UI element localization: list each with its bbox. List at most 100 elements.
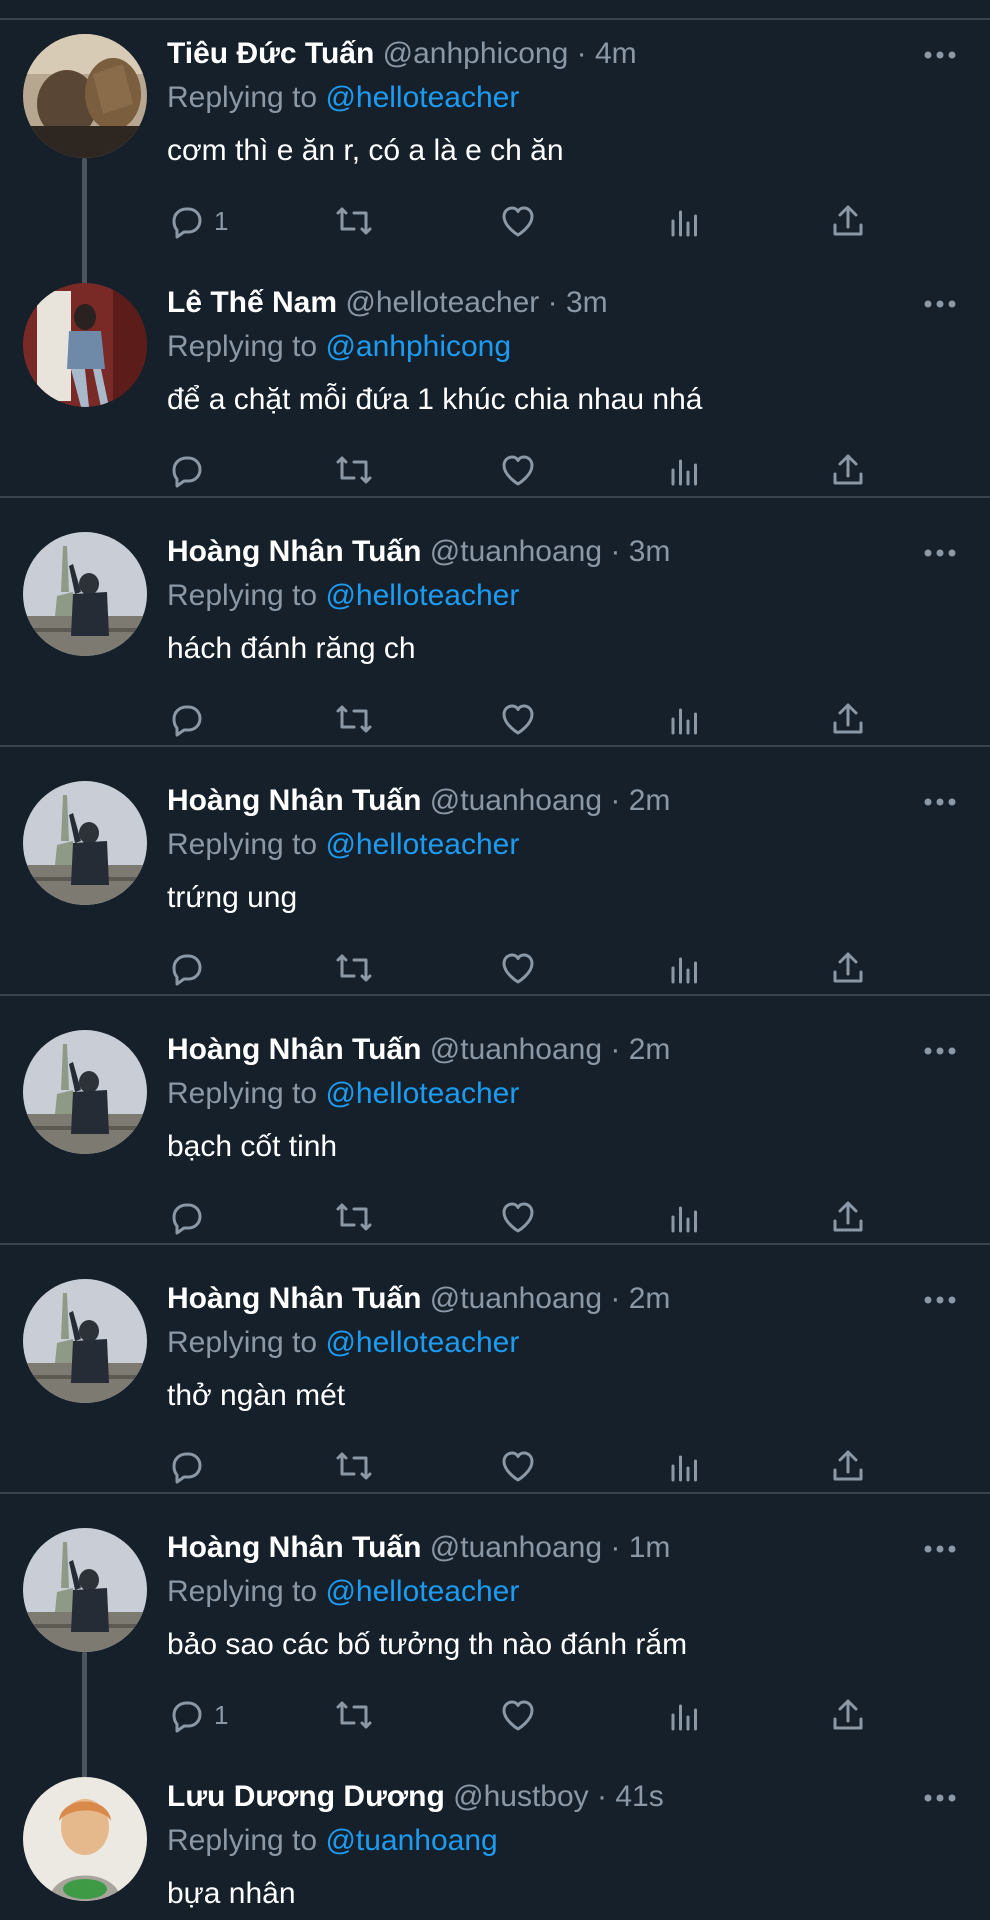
replying-to-link[interactable]: @helloteacher — [325, 579, 519, 612]
timestamp[interactable]: 2m — [629, 1282, 671, 1315]
retweet-button[interactable] — [332, 1446, 372, 1486]
share-button[interactable] — [828, 1446, 868, 1486]
avatar-photo-icon — [23, 1528, 147, 1652]
avatar[interactable] — [23, 1777, 147, 1901]
display-name[interactable]: Hoàng Nhân Tuấn — [167, 1282, 421, 1315]
display-name[interactable]: Hoàng Nhân Tuấn — [167, 784, 421, 817]
tweet[interactable]: Tiêu Đức Tuấn @anhphicong · 4m Replying … — [0, 0, 990, 284]
like-button[interactable] — [498, 1446, 538, 1486]
tweet[interactable]: Hoàng Nhân Tuấn @tuanhoang · 1m Replying… — [0, 1494, 990, 1778]
handle[interactable]: @helloteacher — [345, 286, 539, 319]
tweet[interactable]: Hoàng Nhân Tuấn @tuanhoang · 2m Replying… — [0, 1245, 990, 1494]
views-button[interactable] — [664, 1695, 704, 1735]
display-name[interactable]: Tiêu Đức Tuấn — [167, 37, 374, 70]
handle[interactable]: @tuanhoang — [430, 1282, 602, 1315]
share-icon — [833, 952, 863, 983]
avatar[interactable] — [23, 1030, 147, 1154]
timestamp[interactable]: 2m — [629, 784, 671, 817]
reply-button[interactable]: 1 — [166, 1695, 246, 1735]
retweet-button[interactable] — [332, 1695, 372, 1735]
avatar[interactable] — [23, 34, 147, 158]
share-button[interactable] — [828, 1197, 868, 1237]
replying-to-link[interactable]: @anhphicong — [325, 330, 511, 363]
reply-button[interactable] — [166, 699, 246, 739]
retweet-button[interactable] — [332, 948, 372, 988]
replying-to-link[interactable]: @helloteacher — [325, 1326, 519, 1359]
share-button[interactable] — [828, 1695, 868, 1735]
timestamp[interactable]: 3m — [566, 286, 608, 319]
retweet-button[interactable] — [332, 1197, 372, 1237]
avatar[interactable] — [23, 1279, 147, 1403]
views-button[interactable] — [664, 1446, 704, 1486]
more-options-button[interactable] — [918, 40, 962, 70]
tweet-header: Lưu Dương Dương @hustboy · 41s — [167, 1777, 664, 1817]
replying-to-link[interactable]: @tuanhoang — [325, 1824, 497, 1857]
display-name[interactable]: Hoàng Nhân Tuấn — [167, 1531, 421, 1564]
tweet[interactable]: Hoàng Nhân Tuấn @tuanhoang · 3m Replying… — [0, 498, 990, 747]
tweet[interactable]: Hoàng Nhân Tuấn @tuanhoang · 2m Replying… — [0, 996, 990, 1245]
more-options-button[interactable] — [918, 1783, 962, 1813]
more-icon — [924, 1047, 956, 1055]
handle[interactable]: @hustboy — [453, 1780, 589, 1813]
replying-to-link[interactable]: @helloteacher — [325, 81, 519, 114]
like-button[interactable] — [498, 1197, 538, 1237]
share-button[interactable] — [828, 699, 868, 739]
more-options-button[interactable] — [918, 1036, 962, 1066]
like-button[interactable] — [498, 948, 538, 988]
share-button[interactable] — [828, 201, 868, 241]
display-name[interactable]: Hoàng Nhân Tuấn — [167, 535, 421, 568]
timestamp[interactable]: 3m — [629, 535, 671, 568]
action-bar — [0, 699, 990, 739]
more-options-button[interactable] — [918, 538, 962, 568]
more-options-button[interactable] — [918, 1534, 962, 1564]
like-button[interactable] — [498, 1695, 538, 1735]
handle[interactable]: @anhphicong — [383, 37, 569, 70]
avatar[interactable] — [23, 1528, 147, 1652]
timestamp[interactable]: 4m — [595, 37, 637, 70]
retweet-button[interactable] — [332, 450, 372, 490]
display-name[interactable]: Lưu Dương Dương — [167, 1780, 445, 1813]
retweet-button[interactable] — [332, 201, 372, 241]
retweet-button[interactable] — [332, 699, 372, 739]
timestamp[interactable]: 2m — [629, 1033, 671, 1066]
action-bar — [0, 1446, 990, 1486]
like-button[interactable] — [498, 201, 538, 241]
views-button[interactable] — [664, 1197, 704, 1237]
action-bar — [0, 1197, 990, 1237]
reply-button[interactable] — [166, 1446, 246, 1486]
reply-button[interactable] — [166, 1197, 246, 1237]
timestamp[interactable]: 41s — [615, 1780, 663, 1813]
more-options-button[interactable] — [918, 787, 962, 817]
timestamp[interactable]: 1m — [629, 1531, 671, 1564]
tweet-header: Lê Thế Nam @helloteacher · 3m — [167, 283, 608, 323]
display-name[interactable]: Hoàng Nhân Tuấn — [167, 1033, 421, 1066]
more-options-button[interactable] — [918, 1285, 962, 1315]
reply-button[interactable]: 1 — [166, 201, 246, 241]
more-options-button[interactable] — [918, 289, 962, 319]
avatar[interactable] — [23, 283, 147, 407]
tweet[interactable]: Hoàng Nhân Tuấn @tuanhoang · 2m Replying… — [0, 747, 990, 996]
replying-to-link[interactable]: @helloteacher — [325, 1077, 519, 1110]
handle[interactable]: @tuanhoang — [430, 535, 602, 568]
views-button[interactable] — [664, 450, 704, 490]
replying-to-link[interactable]: @helloteacher — [325, 828, 519, 861]
handle[interactable]: @tuanhoang — [430, 1033, 602, 1066]
like-button[interactable] — [498, 450, 538, 490]
handle[interactable]: @tuanhoang — [430, 784, 602, 817]
views-button[interactable] — [664, 201, 704, 241]
reply-button[interactable] — [166, 948, 246, 988]
display-name[interactable]: Lê Thế Nam — [167, 286, 337, 319]
share-button[interactable] — [828, 450, 868, 490]
like-button[interactable] — [498, 699, 538, 739]
avatar[interactable] — [23, 532, 147, 656]
handle[interactable]: @tuanhoang — [430, 1531, 602, 1564]
share-button[interactable] — [828, 948, 868, 988]
reply-button[interactable] — [166, 450, 246, 490]
replying-to-link[interactable]: @helloteacher — [325, 1575, 519, 1608]
avatar[interactable] — [23, 781, 147, 905]
retweet-icon — [336, 1203, 372, 1231]
views-button[interactable] — [664, 948, 704, 988]
views-button[interactable] — [664, 699, 704, 739]
tweet[interactable]: Lê Thế Nam @helloteacher · 3m Replying t… — [0, 249, 990, 498]
tweet[interactable]: Lưu Dương Dương @hustboy · 41s Replying … — [0, 1743, 990, 1920]
